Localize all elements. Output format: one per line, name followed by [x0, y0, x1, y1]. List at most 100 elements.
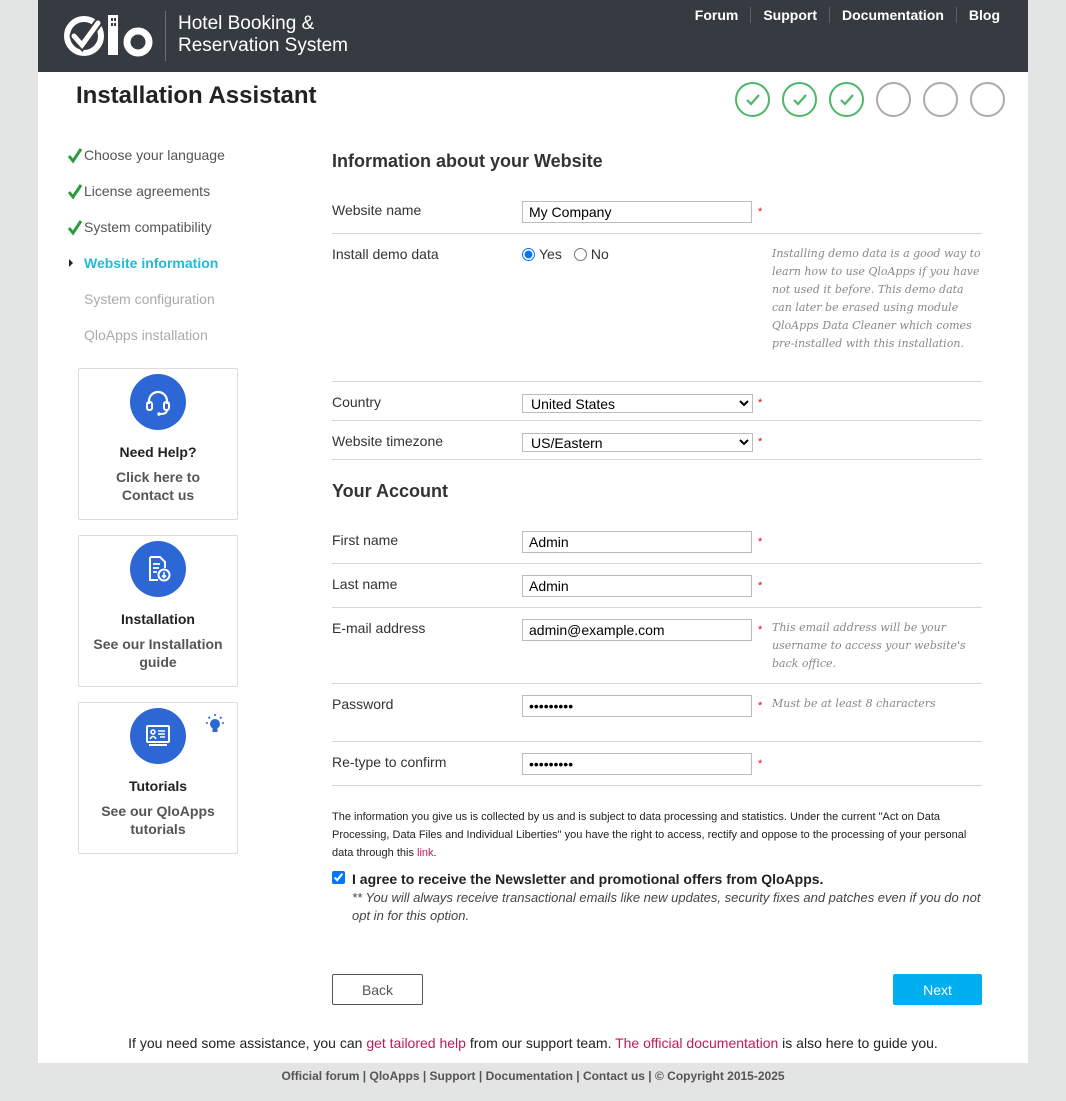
required-mark: *: [758, 206, 763, 218]
copyright: © Copyright 2015-2025: [654, 1069, 785, 1083]
field-label: Website timezone: [332, 433, 444, 449]
brand-name: Hotel Booking & Reservation System: [178, 13, 348, 57]
step-label: QloApps installation: [84, 327, 208, 343]
email-hint: This email address will be your username…: [772, 621, 966, 670]
retype-password-row: Re-type to confirm *: [332, 753, 982, 786]
card-title: Need Help?: [119, 444, 197, 460]
installation-card[interactable]: Installation See our Installation guide: [78, 535, 238, 687]
demo-data-row: Install demo data Yes No Installing demo…: [332, 246, 982, 382]
password-input[interactable]: [522, 695, 752, 717]
demo-no-radio[interactable]: [573, 247, 587, 261]
next-button[interactable]: Next: [893, 974, 982, 1005]
footer-qloapps-link[interactable]: QloApps: [370, 1069, 420, 1083]
presentation-icon: [130, 708, 186, 764]
demo-data-hint: Installing demo data is a good way to le…: [772, 247, 981, 350]
retype-password-input[interactable]: [522, 753, 752, 775]
progress-step-1: [735, 82, 770, 117]
step-label: System configuration: [84, 291, 215, 307]
privacy-link[interactable]: link: [417, 847, 434, 859]
card-text: Click here to Contact us: [115, 469, 201, 503]
required-mark: *: [758, 397, 763, 409]
step-item-license: License agreements: [68, 180, 288, 216]
tutorials-card[interactable]: Tutorials See our QloApps tutorials: [78, 702, 238, 854]
assistance-text: If you need some assistance, you can get…: [128, 1035, 938, 1051]
demo-data-radio-group: Yes No: [522, 246, 621, 262]
help-card[interactable]: Need Help? Click here to Contact us: [78, 368, 238, 520]
headset-icon: [130, 374, 186, 430]
footer-support-link[interactable]: Support: [430, 1069, 476, 1083]
card-text: See our Installation guide: [93, 636, 223, 670]
last-name-input[interactable]: [522, 575, 752, 597]
nav-blog-link[interactable]: Blog: [955, 7, 1000, 23]
header-bar: Hotel Booking & Reservation System Forum…: [38, 0, 1028, 72]
demo-no-option[interactable]: No: [573, 246, 609, 262]
newsletter-label[interactable]: I agree to receive the Newsletter and pr…: [352, 871, 823, 887]
field-label: E-mail address: [332, 620, 426, 636]
tailored-help-link[interactable]: get tailored help: [366, 1035, 466, 1051]
progress-step-2: [782, 82, 817, 117]
first-name-row: First name *: [332, 531, 982, 564]
progress-step-6: [970, 82, 1005, 117]
newsletter-note: ** You will always receive transactional…: [352, 890, 981, 923]
nav-forum-link[interactable]: Forum: [683, 7, 751, 23]
progress-step-4: [876, 82, 911, 117]
progress-step-3: [829, 82, 864, 117]
step-item-compatibility: System compatibility: [68, 216, 288, 252]
back-button[interactable]: Back: [332, 974, 423, 1005]
document-download-icon: [130, 541, 186, 597]
timezone-row: Website timezone US/Eastern *: [332, 433, 982, 460]
step-label: System compatibility: [84, 219, 212, 235]
top-nav: Forum Support Documentation Blog: [683, 7, 1000, 23]
step-item-system-configuration: System configuration: [68, 288, 288, 324]
field-label: First name: [332, 532, 399, 548]
field-label: Password: [332, 696, 394, 712]
email-input[interactable]: [522, 619, 752, 641]
website-name-input[interactable]: [522, 201, 752, 223]
footer: Official forum | QloApps | Support | Doc…: [281, 1069, 785, 1083]
footer-forum-link[interactable]: Official forum: [281, 1069, 359, 1083]
step-item-website-information: Website information: [68, 252, 288, 288]
step-item-installation: QloApps installation: [68, 324, 288, 360]
card-title: Installation: [121, 611, 195, 627]
privacy-notice: The information you give us is collected…: [332, 811, 967, 859]
nav-support-link[interactable]: Support: [750, 7, 829, 23]
footer-documentation-link[interactable]: Documentation: [486, 1069, 573, 1083]
caret-right-icon: [69, 259, 73, 267]
check-icon: [68, 220, 82, 236]
documentation-link[interactable]: The official documentation: [615, 1035, 778, 1051]
required-mark: *: [758, 758, 763, 770]
newsletter-checkbox[interactable]: [332, 871, 345, 884]
required-mark: *: [758, 580, 763, 592]
page-container: Hotel Booking & Reservation System Forum…: [38, 0, 1028, 1063]
progress-step-5: [923, 82, 958, 117]
country-row: Country United States *: [332, 394, 982, 421]
lightbulb-icon: [206, 714, 224, 732]
logo-divider: [165, 11, 166, 61]
footer-contact-link[interactable]: Contact us: [583, 1069, 645, 1083]
card-text: See our QloApps tutorials: [101, 803, 215, 837]
field-label: Website name: [332, 202, 422, 218]
first-name-input[interactable]: [522, 531, 752, 553]
timezone-select[interactable]: US/Eastern: [522, 433, 753, 452]
required-mark: *: [758, 436, 763, 448]
nav-documentation-link[interactable]: Documentation: [829, 7, 956, 23]
qlo-logo[interactable]: [62, 11, 158, 61]
brand-line-1: Hotel Booking &: [178, 13, 315, 34]
required-mark: *: [758, 536, 763, 548]
check-icon: [68, 148, 82, 164]
last-name-row: Last name *: [332, 575, 982, 608]
website-name-row: Website name *: [332, 201, 982, 234]
progress-steps: [735, 82, 1005, 117]
password-hint: Must be at least 8 characters: [772, 697, 936, 710]
check-icon: [68, 184, 82, 200]
demo-yes-radio[interactable]: [522, 247, 535, 261]
email-row: E-mail address * This email address will…: [332, 619, 982, 684]
field-label: Country: [332, 394, 382, 410]
step-list: Choose your language License agreements …: [68, 144, 288, 360]
required-mark: *: [758, 700, 763, 712]
check-icon: [839, 93, 854, 106]
demo-yes-option[interactable]: Yes: [522, 246, 562, 262]
step-label: Choose your language: [84, 147, 225, 163]
field-label: Re-type to confirm: [332, 754, 447, 770]
country-select[interactable]: United States: [522, 394, 753, 413]
